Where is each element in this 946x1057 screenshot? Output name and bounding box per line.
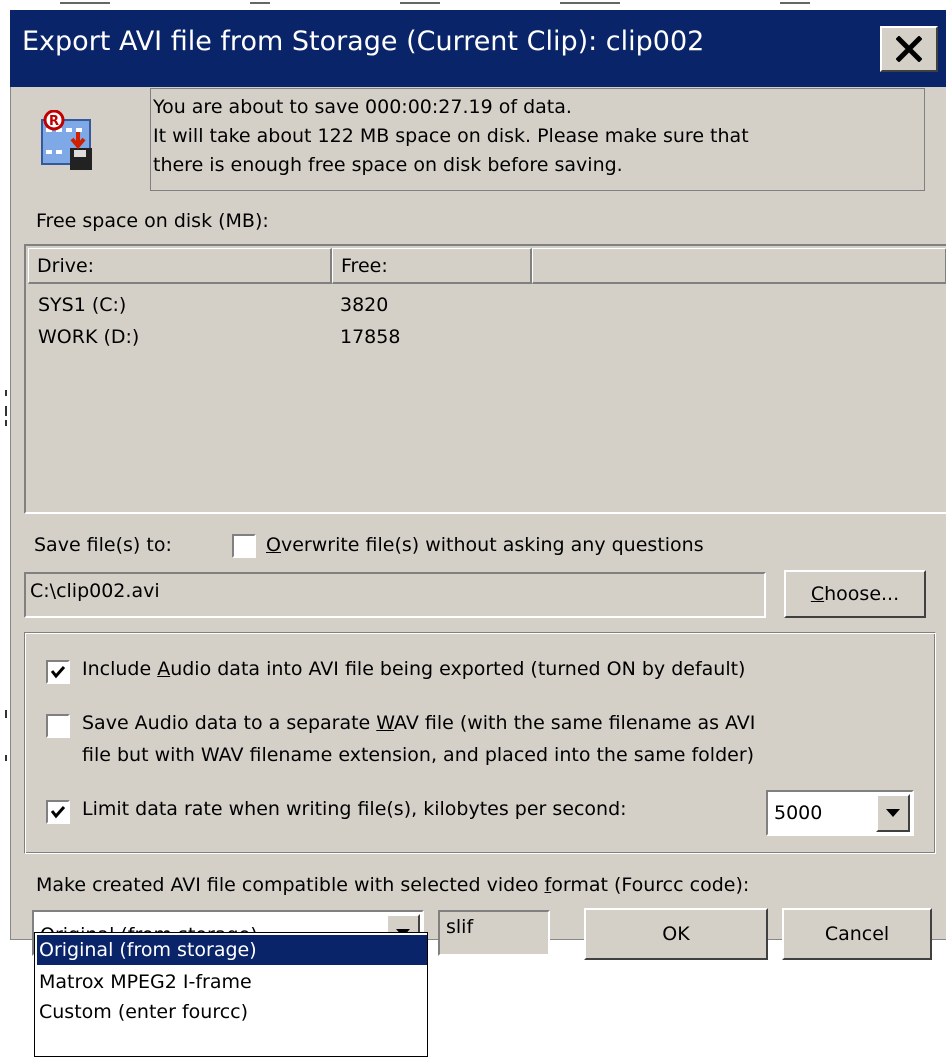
cancel-button[interactable]: Cancel (782, 908, 932, 960)
fourcc-value: slif (446, 916, 474, 938)
overwrite-label: Overwrite file(s) without asking any que… (266, 534, 704, 556)
fourcc-format-label: Make created AVI file compatible with se… (36, 874, 750, 896)
drive-name: WORK (D:) (38, 326, 140, 348)
column-empty[interactable] (532, 248, 946, 284)
background-strip-left (0, 10, 10, 1057)
drive-free: 17858 (340, 326, 401, 348)
save-to-label: Save file(s) to: (34, 534, 172, 556)
list-item[interactable]: Matrox MPEG2 I-frame (37, 967, 427, 997)
choose-button-label: Choose... (810, 583, 900, 605)
choose-button[interactable]: Choose... (784, 570, 926, 618)
table-row[interactable]: SYS1 (C:) (38, 294, 126, 316)
close-button[interactable] (880, 26, 938, 72)
background-strip (0, 0, 946, 10)
save-path-field[interactable]: C:\clip002.avi (24, 572, 766, 618)
drive-list-header: Drive: Free: (28, 248, 946, 284)
column-drive[interactable]: Drive: (28, 248, 332, 284)
limit-rate-checkbox[interactable] (46, 800, 70, 824)
column-free[interactable]: Free: (332, 248, 532, 284)
data-rate-value: 5000 (774, 802, 823, 824)
window-title: Export AVI file from Storage (Current Cl… (22, 26, 705, 57)
info-line-warning: there is enough free space on disk befor… (153, 154, 623, 176)
separate-wav-label-line2: file but with WAV filename extension, an… (82, 744, 755, 766)
table-row[interactable]: WORK (D:) (38, 326, 139, 348)
drive-list[interactable]: Drive: Free: SYS1 (C:) 3820 WORK (D:) 17… (24, 244, 946, 514)
table-row-free: 3820 (340, 294, 388, 316)
limit-rate-label: Limit data rate when writing file(s), ki… (82, 798, 627, 820)
chevron-down-icon (886, 809, 900, 817)
include-audio-checkbox[interactable] (46, 660, 70, 684)
data-rate-select[interactable]: 5000 (766, 790, 914, 836)
cancel-button-label: Cancel (824, 923, 890, 945)
separate-wav-checkbox[interactable] (46, 714, 70, 738)
info-line-duration: You are about to save 000:00:27.19 of da… (153, 96, 572, 118)
data-rate-dropdown-button[interactable] (876, 794, 910, 832)
info-line-size: It will take about 122 MB space on disk.… (153, 125, 749, 147)
ok-button[interactable]: OK (584, 908, 768, 960)
svg-text:R: R (49, 114, 59, 129)
free-space-label: Free space on disk (MB): (36, 210, 269, 232)
separate-wav-label-line1: Save Audio data to a separate WAV file (… (82, 712, 756, 734)
save-info-message: You are about to save 000:00:27.19 of da… (150, 88, 925, 191)
list-item[interactable]: Original (from storage) (37, 935, 427, 965)
ok-button-label: OK (662, 923, 690, 945)
fourcc-field[interactable]: slif (438, 910, 550, 956)
checkmark-icon (50, 806, 66, 819)
drive-name: SYS1 (C:) (38, 294, 127, 316)
export-storage-icon: R (40, 109, 96, 172)
checkmark-icon (50, 666, 66, 679)
close-icon (896, 36, 922, 62)
drive-free: 3820 (340, 294, 389, 316)
include-audio-label: Include Audio data into AVI file being e… (82, 658, 746, 680)
save-path-value: C:\clip002.avi (30, 580, 160, 602)
list-item[interactable]: Custom (enter fourcc) (37, 997, 427, 1027)
overwrite-checkbox[interactable] (232, 534, 256, 558)
table-row-free: 17858 (340, 326, 400, 348)
video-format-dropdown-list: Original (from storage) Matrox MPEG2 I-f… (34, 932, 428, 1057)
